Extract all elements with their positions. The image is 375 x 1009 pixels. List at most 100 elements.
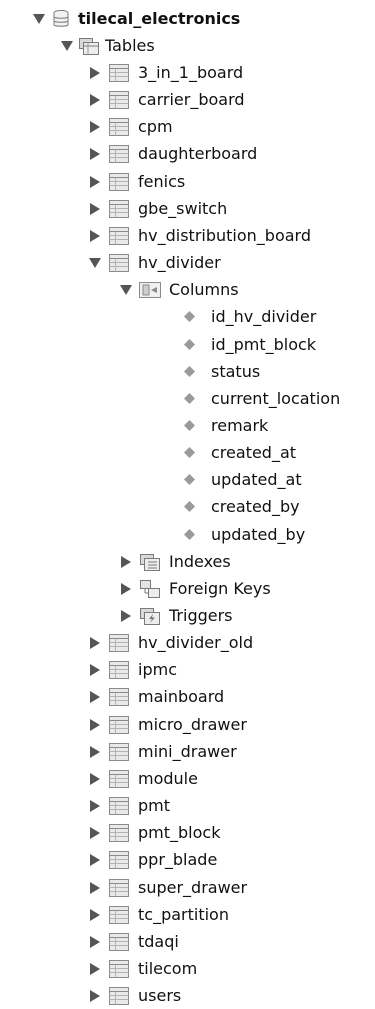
collapse-arrow-icon[interactable] xyxy=(119,276,133,303)
expand-arrow-icon[interactable] xyxy=(119,575,133,602)
table-name: super_drawer xyxy=(138,878,248,897)
expand-arrow-icon[interactable] xyxy=(60,32,74,59)
expand-arrow-icon[interactable] xyxy=(88,656,102,683)
table-icon xyxy=(108,59,130,86)
table-name: hv_divider xyxy=(138,253,221,272)
expand-arrow-icon[interactable] xyxy=(88,846,102,873)
expand-arrow-icon[interactable] xyxy=(119,548,133,575)
column-name: created_at xyxy=(211,443,297,462)
triggers-folder-node[interactable]: Triggers xyxy=(119,602,233,629)
column-name: remark xyxy=(211,416,269,435)
expand-arrow-icon[interactable] xyxy=(88,168,102,195)
column-node-id-hv-divider[interactable]: id_hv_divider xyxy=(182,303,316,330)
column-node-current-location[interactable]: current_location xyxy=(182,385,340,412)
table-icon xyxy=(108,683,130,710)
expand-arrow-icon[interactable] xyxy=(88,711,102,738)
table-icon xyxy=(108,113,130,140)
table-name: users xyxy=(138,986,182,1005)
table-icon xyxy=(108,765,130,792)
expand-arrow-icon[interactable] xyxy=(88,86,102,113)
table-node-super-drawer[interactable]: super_drawer xyxy=(88,874,247,901)
column-diamond-icon xyxy=(182,385,196,412)
column-name: updated_at xyxy=(211,470,302,489)
column-diamond-icon xyxy=(182,466,196,493)
column-node-created-by[interactable]: created_by xyxy=(182,493,300,520)
expand-arrow-icon[interactable] xyxy=(88,819,102,846)
table-name: hv_distribution_board xyxy=(138,226,311,245)
table-name: mini_drawer xyxy=(138,742,237,761)
expand-arrow-icon[interactable] xyxy=(88,792,102,819)
expand-arrow-icon[interactable] xyxy=(88,738,102,765)
column-name: status xyxy=(211,362,261,381)
schema-node[interactable]: tilecal_electronics xyxy=(32,5,240,32)
column-node-remark[interactable]: remark xyxy=(182,412,268,439)
table-node-carrier-board[interactable]: carrier_board xyxy=(88,86,245,113)
expand-arrow-icon[interactable] xyxy=(88,928,102,955)
table-name: gbe_switch xyxy=(138,199,228,218)
table-node-pmt-block[interactable]: pmt_block xyxy=(88,819,220,846)
columns-folder-node[interactable]: Columns xyxy=(119,276,239,303)
column-node-created-at[interactable]: created_at xyxy=(182,439,296,466)
indexes-folder-node[interactable]: Indexes xyxy=(119,548,231,575)
expand-arrow-icon[interactable] xyxy=(88,113,102,140)
table-node-cpm[interactable]: cpm xyxy=(88,113,173,140)
collapse-arrow-icon[interactable] xyxy=(88,249,102,276)
table-node-hv-divider-old[interactable]: hv_divider_old xyxy=(88,629,253,656)
table-node-3-in-1-board[interactable]: 3_in_1_board xyxy=(88,59,243,86)
tables-folder-icon xyxy=(78,32,100,59)
expand-arrow-icon[interactable] xyxy=(88,195,102,222)
indexes-label: Indexes xyxy=(169,552,231,571)
table-name: tc_partition xyxy=(138,905,229,924)
table-node-micro-drawer[interactable]: micro_drawer xyxy=(88,711,247,738)
column-node-updated-at[interactable]: updated_at xyxy=(182,466,302,493)
table-node-mainboard[interactable]: mainboard xyxy=(88,683,224,710)
expand-arrow-icon[interactable] xyxy=(88,765,102,792)
table-node-tc-partition[interactable]: tc_partition xyxy=(88,901,229,928)
table-node-fenics[interactable]: fenics xyxy=(88,168,185,195)
column-node-id-pmt-block[interactable]: id_pmt_block xyxy=(182,331,316,358)
table-node-users[interactable]: users xyxy=(88,982,181,1009)
table-node-module[interactable]: module xyxy=(88,765,198,792)
expand-arrow-icon[interactable] xyxy=(119,602,133,629)
foreign-keys-folder-node[interactable]: Foreign Keys xyxy=(119,575,271,602)
table-node-ipmc[interactable]: ipmc xyxy=(88,656,177,683)
expand-arrow-icon[interactable] xyxy=(88,140,102,167)
column-node-updated-by[interactable]: updated_by xyxy=(182,521,305,548)
expand-arrow-icon[interactable] xyxy=(88,874,102,901)
table-node-mini-drawer[interactable]: mini_drawer xyxy=(88,738,237,765)
table-node-tilecom[interactable]: tilecom xyxy=(88,955,197,982)
table-name: tdaqi xyxy=(138,932,179,951)
column-name: id_pmt_block xyxy=(211,335,317,354)
table-name: ipmc xyxy=(138,660,177,679)
expand-arrow-icon[interactable] xyxy=(88,955,102,982)
expand-arrow-icon[interactable] xyxy=(88,59,102,86)
expand-arrow-icon[interactable] xyxy=(88,683,102,710)
table-icon xyxy=(108,140,130,167)
column-diamond-icon xyxy=(182,358,196,385)
tables-folder-node[interactable]: Tables xyxy=(60,32,155,59)
table-node-pmt[interactable]: pmt xyxy=(88,792,170,819)
table-name: fenics xyxy=(138,172,186,191)
table-icon xyxy=(108,656,130,683)
column-diamond-icon xyxy=(182,331,196,358)
table-node-ppr-blade[interactable]: ppr_blade xyxy=(88,846,217,873)
expand-arrow-icon[interactable] xyxy=(88,982,102,1009)
table-node-gbe-switch[interactable]: gbe_switch xyxy=(88,195,227,222)
indexes-folder-icon xyxy=(139,548,161,575)
expand-arrow-icon[interactable] xyxy=(88,901,102,928)
table-node-tdaqi[interactable]: tdaqi xyxy=(88,928,179,955)
table-node-hv-distribution-board[interactable]: hv_distribution_board xyxy=(88,222,311,249)
column-name: id_hv_divider xyxy=(211,307,317,326)
column-name: current_location xyxy=(211,389,341,408)
table-node-daughterboard[interactable]: daughterboard xyxy=(88,140,257,167)
table-name: mainboard xyxy=(138,687,225,706)
table-node-hv-divider[interactable]: hv_divider xyxy=(88,249,221,276)
expand-arrow-icon[interactable] xyxy=(88,222,102,249)
column-name: created_by xyxy=(211,497,300,516)
expand-arrow-icon[interactable] xyxy=(32,5,46,32)
column-node-status[interactable]: status xyxy=(182,358,260,385)
columns-label: Columns xyxy=(169,280,239,299)
foreign-keys-folder-icon xyxy=(139,575,161,602)
expand-arrow-icon[interactable] xyxy=(88,629,102,656)
table-icon xyxy=(108,819,130,846)
